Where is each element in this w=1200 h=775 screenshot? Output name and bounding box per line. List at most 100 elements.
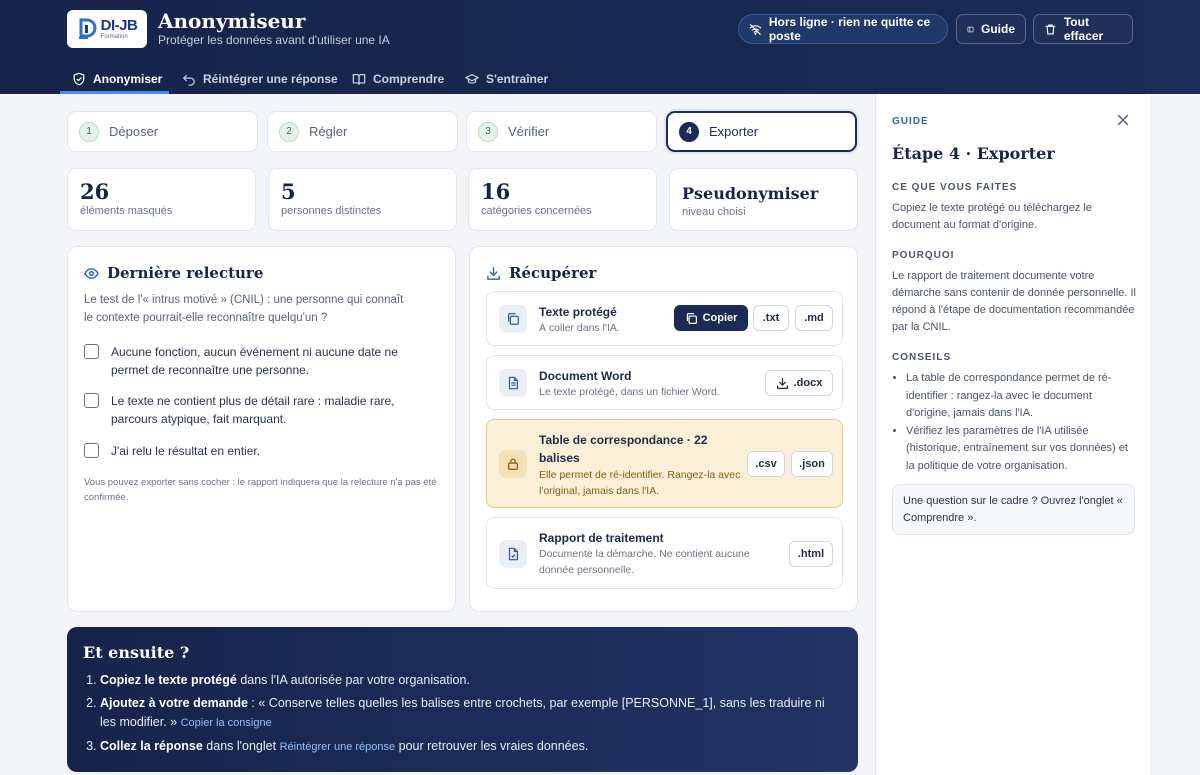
- graduation-cap-icon: [465, 74, 479, 84]
- app-title: Anonymiseur: [158, 9, 306, 33]
- row-desc: Documente la démarche. Ne contient aucun…: [539, 548, 750, 560]
- tab-sentrainer[interactable]: S'entraîner: [465, 64, 548, 94]
- stat-label: catégories concernées: [481, 205, 592, 217]
- next-step-item: Copiez le texte protégé dans l'IA autori…: [100, 671, 840, 690]
- guide-button-label: Guide: [980, 22, 1015, 36]
- csv-button[interactable]: .csv: [747, 451, 785, 477]
- next-step-text: pour retrouver les vraies données.: [395, 739, 589, 753]
- stat-value: 5: [281, 179, 296, 204]
- checklist-label: Aucune fonction, aucun événement ni aucu…: [111, 345, 398, 377]
- clear-all-label: Tout effacer: [1063, 15, 1104, 43]
- next-step-item: Collez la réponse dans l'onglet Réintégr…: [100, 737, 840, 757]
- step-exporter[interactable]: 4 Exporter: [666, 111, 857, 152]
- offline-status-button[interactable]: Hors ligne · rien ne quitte ce poste: [738, 14, 948, 44]
- clear-all-button[interactable]: Tout effacer: [1033, 14, 1133, 44]
- docx-button-label: .docx: [793, 377, 823, 389]
- next-step-text: dans l'onglet: [202, 739, 280, 753]
- tab-anonymiser[interactable]: Anonymiser: [72, 64, 162, 94]
- row-title: Document Word: [539, 369, 632, 383]
- download-icon: [776, 377, 788, 389]
- stat-level: Pseudonymiser niveau choisi: [669, 168, 858, 231]
- copy-icon: [499, 305, 527, 333]
- step-label: Exporter: [709, 124, 759, 139]
- export-row-word: Document Word Le texte protégé, dans un …: [486, 355, 843, 410]
- stat-value: 16: [481, 179, 511, 204]
- checkbox[interactable]: [84, 443, 99, 458]
- step-number: 4: [679, 121, 699, 142]
- docx-button[interactable]: .docx: [765, 370, 833, 396]
- logo-text: DI-JB: [100, 17, 138, 34]
- lock-icon: [499, 450, 527, 478]
- export-title: Récupérer: [486, 264, 596, 282]
- export-title-text: Récupérer: [509, 264, 597, 282]
- json-button[interactable]: .json: [791, 451, 833, 477]
- step-regler[interactable]: 2 Régler: [267, 111, 458, 152]
- export-row-correspondence-table: Table de correspondance · 22 balises Ell…: [486, 419, 843, 508]
- tab-reintegrer-label: Réintégrer une réponse: [203, 72, 338, 86]
- guide-paragraph: Copiez le texte protégé ou téléchargez l…: [892, 202, 1092, 231]
- tab-comprendre[interactable]: Comprendre: [352, 64, 444, 94]
- guide-button[interactable]: Guide: [956, 14, 1026, 44]
- review-panel: Dernière relecture Le test de l'« intrus…: [67, 246, 456, 612]
- stat-label: niveau choisi: [682, 205, 746, 218]
- next-steps-title: Et ensuite ?: [83, 643, 190, 662]
- app-header: DI-JB Formation Anonymiseur Protéger les…: [0, 0, 1200, 94]
- copy-button-label: Copier: [702, 312, 738, 324]
- export-row-report: Rapport de traitement Documente la démar…: [486, 517, 843, 589]
- book-icon: [352, 74, 366, 85]
- txt-button[interactable]: .txt: [753, 305, 789, 331]
- review-title: Dernière relecture: [84, 264, 263, 282]
- next-steps-panel: Et ensuite ? Copiez le texte protégé dan…: [67, 627, 858, 772]
- next-step-bold: Ajoutez à votre demande: [100, 696, 248, 710]
- row-desc-cont: l'original, jamais dans l'IA.: [539, 485, 660, 497]
- guide-help-box: Une question sur le cadre ? Ouvrez l'ong…: [892, 484, 1135, 535]
- guide-panel: GUIDE Étape 4 · Exporter CE QUE VOUS FAI…: [875, 94, 1150, 775]
- checklist-item[interactable]: J'ai relu le résultat en entier.: [84, 442, 434, 460]
- checklist-label: J'ai relu le résultat en entier.: [111, 444, 261, 458]
- stat-distinct-people: 5 personnes distinctes: [268, 168, 457, 231]
- sidebar-panel-icon: [967, 26, 974, 32]
- md-button[interactable]: .md: [795, 305, 833, 331]
- guide-heading: CONSEILS: [892, 352, 952, 363]
- shield-icon: [73, 72, 85, 86]
- copy-button[interactable]: Copier: [674, 305, 748, 331]
- logo-mark-icon: [78, 18, 97, 39]
- stat-categories: 16 catégories concernées: [468, 168, 657, 231]
- row-desc: Elle permet de ré-identifier. Rangez-la …: [539, 469, 741, 481]
- next-steps-list: Copiez le texte protégé dans l'IA autori…: [100, 671, 840, 761]
- step-deposer[interactable]: 1 Déposer: [67, 111, 258, 152]
- tab-anonymiser-label: Anonymiser: [93, 72, 163, 86]
- checklist-item[interactable]: Le texte ne contient plus de détail rare…: [84, 392, 434, 428]
- eye-icon: [84, 267, 99, 279]
- guide-tip: La table de correspondance permet de ré-…: [906, 370, 1138, 423]
- close-icon[interactable]: [1117, 114, 1129, 126]
- guide-paragraph: Le rapport de traitement documente votre…: [892, 270, 1136, 333]
- export-panel: Récupérer Texte protégé À coller dans l'…: [469, 246, 858, 612]
- stat-masked-elements: 26 éléments masqués: [67, 168, 256, 231]
- checkbox[interactable]: [84, 344, 99, 359]
- html-button[interactable]: .html: [789, 541, 833, 567]
- copy-instruction-link[interactable]: Copier la consigne: [181, 717, 272, 729]
- download-icon: [487, 266, 500, 280]
- stat-label: personnes distinctes: [281, 205, 382, 217]
- guide-tip: Vérifiez les paramètres de l'IA utilisée…: [906, 423, 1138, 476]
- trash-icon: [1045, 24, 1056, 34]
- row-title: Table de correspondance · 22: [539, 433, 708, 447]
- checkbox[interactable]: [84, 393, 99, 408]
- stat-label: éléments masqués: [80, 205, 173, 217]
- row-title: Texte protégé: [539, 305, 617, 319]
- guide-tips: La table de correspondance permet de ré-…: [906, 370, 1138, 475]
- row-desc-cont: donnée personnelle.: [539, 564, 635, 576]
- tab-comprendre-label: Comprendre: [373, 72, 445, 86]
- row-title-cont: balises: [539, 451, 580, 465]
- guide-kicker: GUIDE: [892, 116, 929, 127]
- checklist-item[interactable]: Aucune fonction, aucun événement ni aucu…: [84, 343, 434, 379]
- reintegrate-tab-link[interactable]: Réintégrer une réponse: [280, 741, 396, 753]
- next-step-bold: Collez la réponse: [100, 739, 203, 753]
- next-step-item: Ajoutez à votre demande : « Conserve tel…: [100, 694, 840, 733]
- tab-reintegrer[interactable]: Réintégrer une réponse: [182, 64, 338, 94]
- next-step-bold: Copiez le texte protégé: [100, 673, 237, 687]
- step-verifier[interactable]: 3 Vérifier: [466, 111, 657, 152]
- document-icon: [499, 369, 527, 397]
- app-logo: DI-JB Formation: [67, 10, 147, 48]
